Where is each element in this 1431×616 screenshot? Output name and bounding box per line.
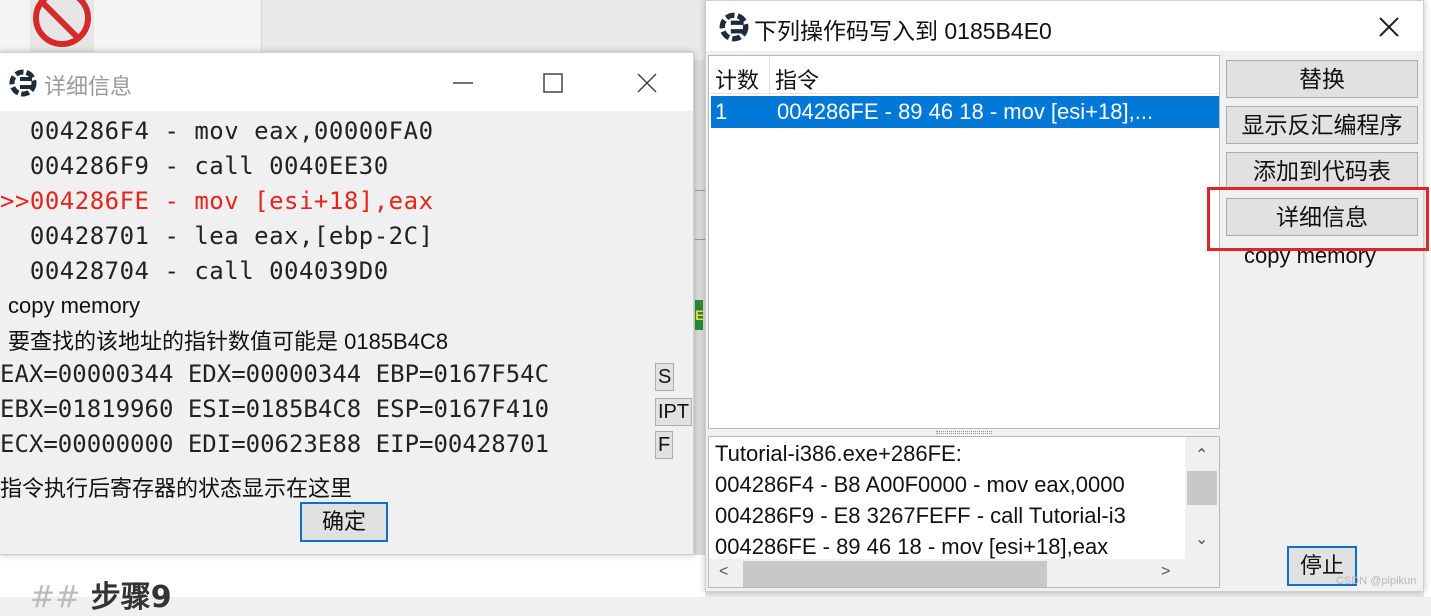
write-access-window: 下列操作码写入到 0185B4E0 计数 指令 1 004286FE - 89 … <box>705 0 1424 592</box>
column-separator[interactable] <box>769 56 770 94</box>
chevron-down-icon[interactable]: ⌄ <box>1195 529 1208 549</box>
pointer-hint: 要查找的该地址的指针数值可能是 0185B4C8 <box>8 324 448 356</box>
asm-line: 004286F4 - mov eax,00000FA0 <box>0 117 434 145</box>
ok-button[interactable]: 确定 <box>300 502 388 542</box>
background-heading: ## 步骤9 <box>30 572 172 616</box>
cheat-engine-icon <box>718 11 750 43</box>
close-icon <box>637 73 657 93</box>
list-item[interactable]: 1 004286FE - 89 46 18 - mov [esi+18],... <box>711 96 1219 128</box>
register-s-button[interactable]: S <box>655 363 674 391</box>
scrollbar-corner <box>1185 559 1219 588</box>
scrollbar-thumb[interactable] <box>1187 471 1217 505</box>
row-count: 1 <box>715 99 727 125</box>
row-instruction: 004286FE - 89 46 18 - mov [esi+18],... <box>777 99 1153 125</box>
column-header-instruction[interactable]: 指令 <box>775 63 819 95</box>
copy-memory-label[interactable]: copy memory <box>1244 243 1376 269</box>
background-fragment <box>695 190 705 240</box>
disassembly-pane[interactable]: Tutorial-i386.exe+286FE: 004286F4 - B8 A… <box>708 436 1220 588</box>
background-fragment-green: E <box>695 300 703 330</box>
stop-sign-icon <box>30 0 94 52</box>
write-titlebar: 下列操作码写入到 0185B4E0 <box>706 1 1423 51</box>
asm-line: 004286F9 - call 0040EE30 <box>0 152 389 180</box>
list-header: 计数 指令 <box>709 56 1219 94</box>
watermark: CSDN @pipikun <box>1336 575 1416 587</box>
code-line: Tutorial-i386.exe+286FE: <box>715 441 962 467</box>
horizontal-scrollbar[interactable]: < > <box>709 559 1185 588</box>
asm-line: 00428701 - lea eax,[ebp-2C] <box>0 222 434 250</box>
background-right-strip <box>1424 0 1431 597</box>
code-line: 004286F9 - E8 3267FEFF - call Tutorial-i… <box>715 503 1126 529</box>
status-text: 指令执行后寄存器的状态显示在这里 <box>0 471 352 503</box>
window-title: 下列操作码写入到 0185B4E0 <box>754 12 1052 46</box>
minimize-icon <box>453 73 473 93</box>
maximize-button[interactable] <box>530 63 576 103</box>
code-line: 004286FE - 89 46 18 - mov [esi+18],eax <box>715 534 1108 560</box>
cheat-engine-icon <box>8 68 38 98</box>
opcode-list[interactable]: 计数 指令 1 004286FE - 89 46 18 - mov [esi+1… <box>708 55 1220 429</box>
scrollbar-thumb[interactable] <box>743 561 1047 587</box>
close-button[interactable] <box>1366 7 1412 47</box>
window-title: 详细信息 <box>44 69 132 101</box>
background-window <box>0 0 262 60</box>
chevron-left-icon[interactable]: < <box>719 563 728 581</box>
column-header-count[interactable]: 计数 <box>715 63 759 95</box>
chevron-up-icon[interactable]: ⌃ <box>1195 445 1208 465</box>
heading-hash: ## <box>30 580 80 615</box>
add-to-codelist-button[interactable]: 添加到代码表 <box>1226 152 1418 190</box>
maximize-icon <box>543 73 563 93</box>
minimize-button[interactable] <box>440 63 486 103</box>
register-line: EBX=01819960 ESI=0185B4C8 ESP=0167F410 <box>0 395 549 423</box>
register-ipt-button[interactable]: IPT <box>655 398 692 426</box>
annotation-highlight-box <box>1207 187 1429 251</box>
copy-memory-label[interactable]: copy memory <box>8 293 140 319</box>
details-titlebar: 详细信息 <box>0 53 693 111</box>
close-button[interactable] <box>624 63 670 103</box>
register-f-button[interactable]: F <box>655 431 673 459</box>
register-line: ECX=00000000 EDI=00623E88 EIP=00428701 <box>0 430 549 458</box>
close-icon <box>1379 17 1399 37</box>
asm-line: 00428704 - call 004039D0 <box>0 257 389 285</box>
details-window: 详细信息 004286F4 - mov eax,00000FA0 004286F… <box>0 52 694 555</box>
show-disassembler-button[interactable]: 显示反汇编程序 <box>1226 106 1418 144</box>
code-line: 004286F4 - B8 A00F0000 - mov eax,0000 <box>715 472 1125 498</box>
chevron-right-icon[interactable]: > <box>1161 563 1170 581</box>
register-line: EAX=00000344 EDX=00000344 EBP=0167F54C <box>0 360 549 388</box>
pane-splitter[interactable] <box>936 431 992 434</box>
heading-text: 步骤9 <box>91 580 172 615</box>
vertical-scrollbar[interactable]: ⌃ ⌄ <box>1185 437 1219 559</box>
replace-button[interactable]: 替换 <box>1226 60 1418 98</box>
asm-line-current: >>004286FE - mov [esi+18],eax <box>0 187 434 215</box>
